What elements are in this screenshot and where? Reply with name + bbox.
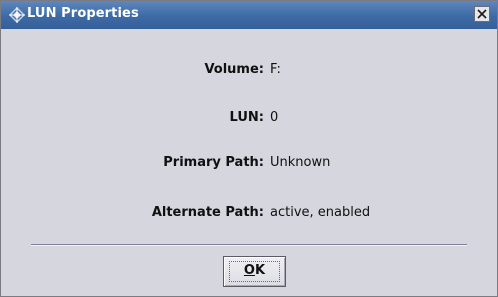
property-row-primary-path: Primary Path: Unknown [1, 155, 497, 175]
property-row-alternate-path: Alternate Path: active, enabled [1, 205, 497, 225]
ok-mnemonic: O [243, 263, 255, 278]
property-row-lun: LUN: 0 [1, 110, 497, 130]
close-button[interactable] [474, 6, 490, 22]
lun-properties-dialog: LUN Properties Volume: F: LUN: 0 Primary… [0, 0, 498, 297]
property-label: Volume: [204, 62, 264, 77]
property-value: F: [270, 62, 281, 77]
property-row-volume: Volume: F: [1, 62, 497, 82]
diamond-logo-icon [9, 7, 25, 23]
ok-button[interactable]: OK [223, 256, 286, 287]
close-icon [477, 9, 487, 19]
property-value: Unknown [270, 155, 331, 170]
property-label: LUN: [229, 110, 264, 125]
property-value: active, enabled [270, 205, 371, 220]
properties-panel: Volume: F: LUN: 0 Primary Path: Unknown … [1, 29, 497, 244]
title-bar[interactable]: LUN Properties [1, 1, 497, 29]
property-value: 0 [270, 110, 279, 125]
property-label: Alternate Path: [151, 205, 264, 220]
property-label: Primary Path: [163, 155, 264, 170]
ok-rest: K [254, 263, 266, 278]
ok-button-label: OK [224, 263, 285, 278]
window-title: LUN Properties [27, 6, 139, 21]
separator [31, 244, 467, 246]
